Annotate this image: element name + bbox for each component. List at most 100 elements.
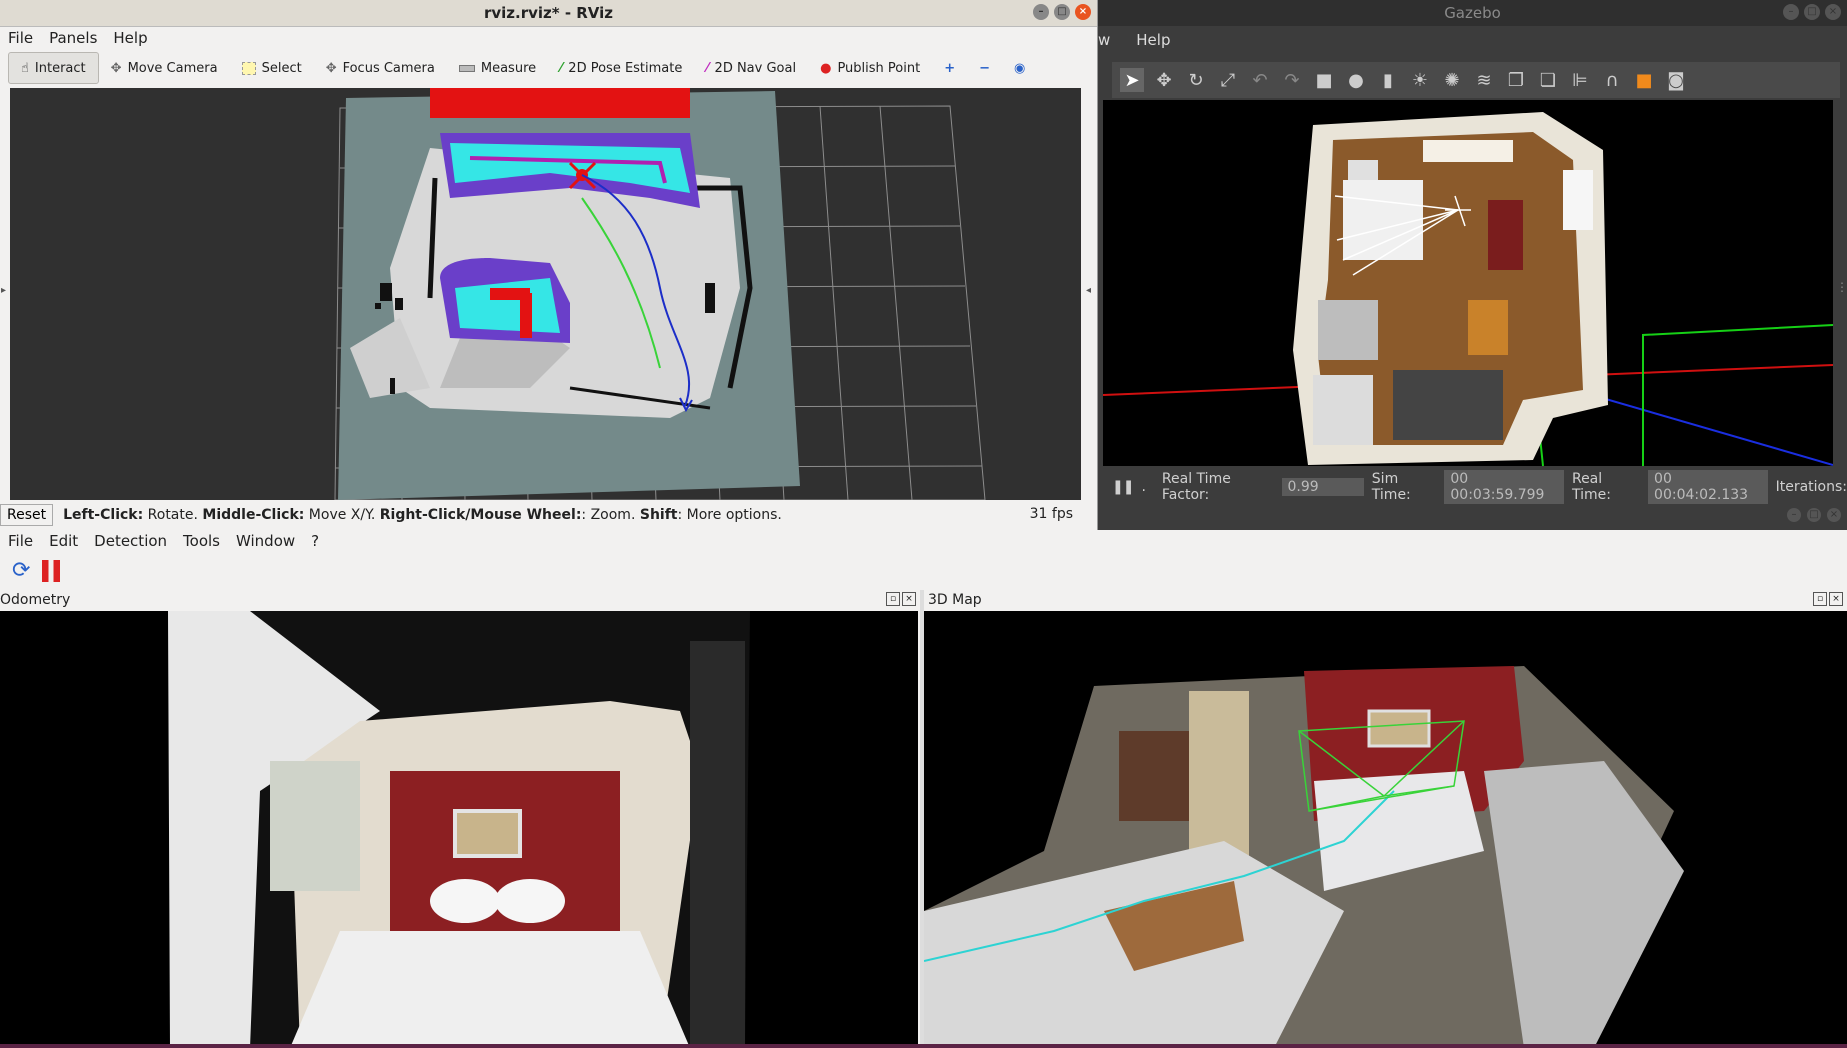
rotate-icon[interactable]: ↻ [1184, 68, 1208, 92]
menu-window-partial[interactable]: w [1098, 31, 1118, 49]
gazebo-sidebar-handle-icon[interactable]: ⋮ [1836, 280, 1847, 294]
minimize-icon[interactable]: – [1787, 508, 1801, 522]
rviz-map-render [334, 88, 986, 500]
iterations-label: Iterations: [1775, 479, 1847, 495]
maximize-icon[interactable]: □ [1054, 4, 1070, 20]
3d-map-panel-title: 3D Map ▫ × [928, 590, 1847, 610]
rviz-3d-view[interactable] [10, 88, 1081, 500]
add-tool-button[interactable]: + [932, 53, 967, 83]
paste-icon[interactable]: ❏ [1536, 68, 1560, 92]
odometry-view[interactable] [0, 611, 918, 1048]
close-panel-icon[interactable]: × [902, 592, 916, 606]
pause-detection-icon[interactable] [42, 559, 61, 582]
spot-light-icon[interactable]: ✺ [1440, 68, 1464, 92]
menu-file[interactable]: File [0, 532, 41, 550]
rtf-label: Real Time Factor: [1161, 471, 1231, 503]
close-icon[interactable]: × [1075, 4, 1091, 20]
tool-move-camera[interactable]: ✥ Move Camera [99, 53, 230, 83]
odometry-panel-title: Odometry ▫ × [0, 590, 920, 610]
translate-icon[interactable]: ✥ [1152, 68, 1176, 92]
menu-window[interactable]: Window [228, 532, 303, 550]
pose-arrow-icon: ⁄ [560, 60, 563, 76]
menu-panels[interactable]: Panels [41, 29, 105, 47]
rviz-toolbar: ☝ Interact ✥ Move Camera Select ✥ Focus … [8, 52, 1037, 84]
rtf-value: 0.99 [1281, 478, 1364, 496]
focus-camera-icon: ✥ [325, 60, 337, 76]
undo-icon[interactable]: ↶ [1248, 68, 1272, 92]
goal-arrow-icon: ⁄ [706, 60, 709, 76]
minimize-icon[interactable]: – [1033, 4, 1049, 20]
menu-about[interactable]: ? [303, 532, 327, 550]
step-icon[interactable]: . [1141, 479, 1145, 495]
align-icon[interactable]: ⊫ [1568, 68, 1592, 92]
box-shape-icon[interactable]: ■ [1312, 68, 1336, 92]
scale-icon[interactable]: ⤢ [1216, 68, 1240, 92]
eye-icon: ◉ [1014, 60, 1026, 76]
rtabmap-toolbar: ⟳ [12, 558, 61, 583]
sim-time-label: Sim Time: [1371, 471, 1411, 503]
select-arrow-icon[interactable]: ➤ [1120, 68, 1144, 92]
tool-publish-point[interactable]: ● Publish Point [808, 53, 932, 83]
gazebo-3d-scene[interactable] [1103, 100, 1833, 466]
refresh-icon[interactable]: ⟳ [12, 558, 30, 583]
map-pin-icon: ● [820, 60, 832, 76]
gazebo-toolbar: ➤ ✥ ↻ ⤢ ↶ ↷ ■ ● ▮ ☀ ✺ ≋ ❐ ❏ ⊫ ∩ ■ ◙ [1112, 62, 1840, 98]
close-panel-icon[interactable]: × [1829, 592, 1843, 606]
gazebo-world-render [1103, 112, 1833, 466]
select-box-icon [241, 61, 256, 75]
3d-point-cloud-render [924, 666, 1684, 1048]
3d-map-view[interactable] [924, 611, 1847, 1048]
tool-2d-pose-estimate[interactable]: ⁄ 2D Pose Estimate [548, 53, 694, 83]
left-panel-collapse-icon[interactable]: ▸ [1, 285, 6, 296]
minimize-icon[interactable]: – [1783, 4, 1799, 20]
gazebo-title-bar[interactable]: Gazebo – □ × [1098, 0, 1847, 26]
menu-detection[interactable]: Detection [86, 532, 175, 550]
status-hint: Left-Click: Rotate. Middle-Click: Move X… [63, 507, 782, 523]
rviz-window-title: rviz.rviz* - RViz [483, 4, 614, 22]
tool-focus-camera[interactable]: ✥ Focus Camera [314, 53, 447, 83]
tool-2d-nav-goal[interactable]: ⁄ 2D Nav Goal [694, 53, 808, 83]
pause-icon[interactable]: ❚❚ [1112, 479, 1134, 495]
rtabmap-menu-bar: File Edit Detection Tools Window ? [0, 530, 327, 552]
rviz-status-bar: Reset Left-Click: Rotate. Middle-Click: … [0, 503, 1097, 527]
maximize-icon[interactable]: □ [1804, 4, 1820, 20]
menu-edit[interactable]: Edit [41, 532, 86, 550]
fps-counter: 31 fps [1029, 506, 1073, 522]
rviz-title-bar[interactable]: rviz.rviz* - RViz – □ × [0, 0, 1097, 27]
view-menu-button[interactable]: ◉ [1002, 53, 1037, 83]
gazebo-menu-bar: w Help [1098, 27, 1178, 53]
tool-select[interactable]: Select [230, 53, 314, 83]
float-panel-icon[interactable]: ▫ [1813, 592, 1827, 606]
close-icon[interactable]: × [1827, 508, 1841, 522]
directional-light-icon[interactable]: ≋ [1472, 68, 1496, 92]
menu-tools[interactable]: Tools [175, 532, 228, 550]
menu-help[interactable]: Help [105, 29, 155, 47]
rviz-menu-bar: File Panels Help [0, 27, 156, 49]
rtabmap-window: File Edit Detection Tools Window ? ⟳ Odo… [0, 530, 1847, 1048]
copy-icon[interactable]: ❐ [1504, 68, 1528, 92]
right-panel-collapse-icon[interactable]: ◂ [1086, 285, 1091, 296]
hand-pointer-icon: ☝ [21, 60, 29, 76]
screenshot-camera-icon[interactable]: ◙ [1664, 68, 1688, 92]
sim-time-value: 00 00:03:59.799 [1444, 470, 1564, 504]
gazebo-window: Gazebo – □ × w Help ➤ ✥ ↻ ⤢ ↶ ↷ ■ ● ▮ ☀ … [1098, 0, 1847, 530]
cylinder-shape-icon[interactable]: ▮ [1376, 68, 1400, 92]
sphere-shape-icon[interactable]: ● [1344, 68, 1368, 92]
tool-interact[interactable]: ☝ Interact [8, 52, 99, 84]
odometry-camera-image [168, 611, 750, 1048]
close-icon[interactable]: × [1825, 4, 1841, 20]
snap-magnet-icon[interactable]: ∩ [1600, 68, 1624, 92]
tool-measure[interactable]: Measure [447, 53, 548, 83]
point-light-icon[interactable]: ☀ [1408, 68, 1432, 92]
reset-button[interactable]: Reset [0, 504, 54, 526]
view-angle-icon[interactable]: ■ [1632, 68, 1656, 92]
maximize-icon[interactable]: □ [1807, 508, 1821, 522]
float-panel-icon[interactable]: ▫ [886, 592, 900, 606]
menu-file[interactable]: File [0, 29, 41, 47]
redo-icon[interactable]: ↷ [1280, 68, 1304, 92]
plus-icon: + [944, 60, 956, 76]
real-time-label: Real Time: [1571, 471, 1611, 503]
menu-help[interactable]: Help [1118, 31, 1178, 49]
gazebo-status-bar: ❚❚ . Real Time Factor: 0.99 Sim Time: 00… [1098, 470, 1847, 504]
remove-tool-button[interactable]: − [967, 53, 1002, 83]
